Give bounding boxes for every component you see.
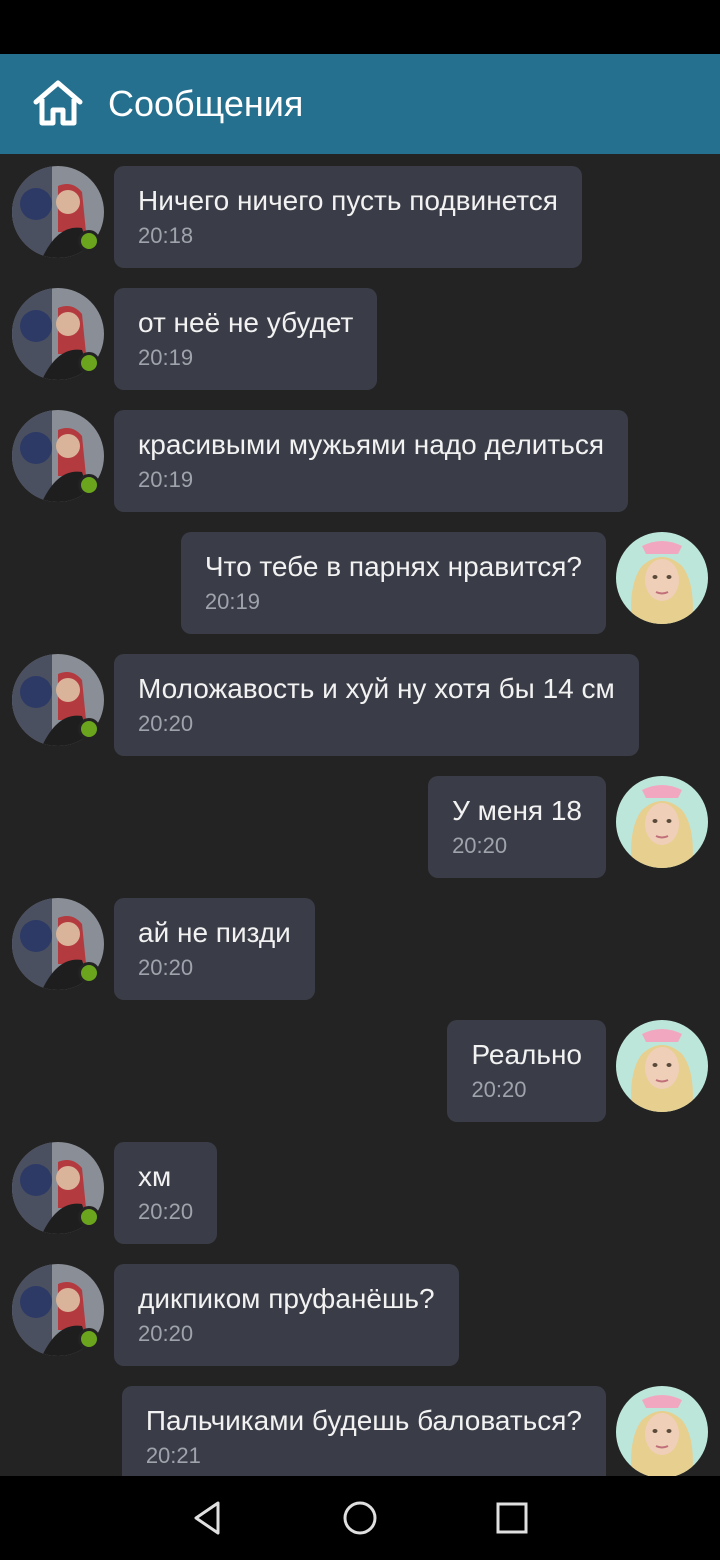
message-time: 20:18 [138, 223, 194, 248]
incoming-message: Ничего ничего пусть подвинется 20:18 [0, 154, 720, 268]
message-bubble[interactable]: красивыми мужьями надо делиться 20:19 [114, 410, 628, 512]
message-time: 20:20 [452, 833, 508, 858]
recents-button[interactable] [492, 1498, 532, 1538]
home-button[interactable] [30, 78, 86, 128]
message-bubble[interactable]: от неё не убудет 20:19 [114, 288, 378, 390]
navigation-bar [0, 1476, 720, 1560]
status-bar [0, 0, 720, 54]
recents-icon [496, 1502, 528, 1534]
home-icon [33, 80, 83, 126]
message-text: хм [138, 1161, 172, 1192]
message-bubble[interactable]: Пальчиками будешь баловаться? 20:21 [121, 1386, 606, 1476]
home-circle-icon [343, 1501, 377, 1535]
message-time: 20:20 [138, 1199, 194, 1224]
message-bubble[interactable]: Что тебе в парнях нравится? 20:19 [180, 532, 606, 634]
message-time: 20:20 [138, 955, 194, 980]
incoming-message: красивыми мужьями надо делиться 20:19 [0, 398, 720, 512]
message-time: 20:19 [138, 467, 194, 492]
message-text: Ничего ничего пусть подвинется [138, 185, 558, 216]
message-text: от неё не убудет [138, 307, 354, 338]
message-bubble[interactable]: дикпиком пруфанёшь? 20:20 [114, 1264, 459, 1366]
message-list[interactable]: Ничего ничего пусть подвинется 20:18 от не… [0, 154, 720, 1476]
outgoing-message: Что тебе в парнях нравится? 20:19 [0, 520, 720, 634]
online-status-dot [78, 230, 100, 252]
message-time: 20:20 [138, 711, 194, 736]
incoming-message: Моложавость и хуй ну хотя бы 14 см 20:20 [0, 642, 720, 756]
online-status-dot [78, 1206, 100, 1228]
online-status-dot [78, 352, 100, 374]
outgoing-message: Реально 20:20 [0, 1008, 720, 1122]
message-bubble[interactable]: Реально 20:20 [447, 1020, 606, 1122]
message-text: ай не пизди [138, 917, 291, 948]
message-time: 20:20 [138, 1321, 194, 1346]
my-avatar[interactable] [616, 1020, 708, 1112]
back-button[interactable] [188, 1498, 228, 1538]
back-icon [194, 1501, 220, 1535]
incoming-message: дикпиком пруфанёшь? 20:20 [0, 1252, 720, 1366]
online-status-dot [78, 962, 100, 984]
message-time: 20:19 [204, 589, 260, 614]
message-text: дикпиком пруфанёшь? [138, 1283, 435, 1314]
message-text: Реально [471, 1039, 582, 1070]
message-bubble[interactable]: хм 20:20 [114, 1142, 218, 1244]
my-avatar[interactable] [616, 1386, 708, 1476]
online-status-dot [78, 1328, 100, 1350]
message-text: Что тебе в парнях нравится? [204, 551, 582, 582]
message-text: У меня 18 [452, 795, 582, 826]
online-status-dot [78, 474, 100, 496]
app-header: Сообщения [0, 54, 720, 154]
incoming-message: ай не пизди 20:20 [0, 886, 720, 1000]
message-bubble[interactable]: Ничего ничего пусть подвинется 20:18 [114, 166, 582, 268]
message-bubble[interactable]: У меня 18 20:20 [428, 776, 606, 878]
message-text: красивыми мужьями надо делиться [138, 429, 604, 460]
incoming-message: хм 20:20 [0, 1130, 720, 1244]
outgoing-message: Пальчиками будешь баловаться? 20:21 [0, 1374, 720, 1476]
my-avatar[interactable] [616, 532, 708, 624]
online-status-dot [78, 718, 100, 740]
message-time: 20:20 [471, 1077, 527, 1102]
incoming-message: от неё не убудет 20:19 [0, 276, 720, 390]
page-title: Сообщения [108, 83, 304, 124]
home-nav-button[interactable] [340, 1498, 380, 1538]
my-avatar[interactable] [616, 776, 708, 868]
outgoing-message: У меня 18 20:20 [0, 764, 720, 878]
message-text: Моложавость и хуй ну хотя бы 14 см [138, 673, 615, 704]
message-time: 20:21 [145, 1443, 201, 1468]
message-time: 20:19 [138, 345, 194, 370]
message-bubble[interactable]: Моложавость и хуй ну хотя бы 14 см 20:20 [114, 654, 639, 756]
message-text: Пальчиками будешь баловаться? [145, 1405, 582, 1436]
message-bubble[interactable]: ай не пизди 20:20 [114, 898, 315, 1000]
